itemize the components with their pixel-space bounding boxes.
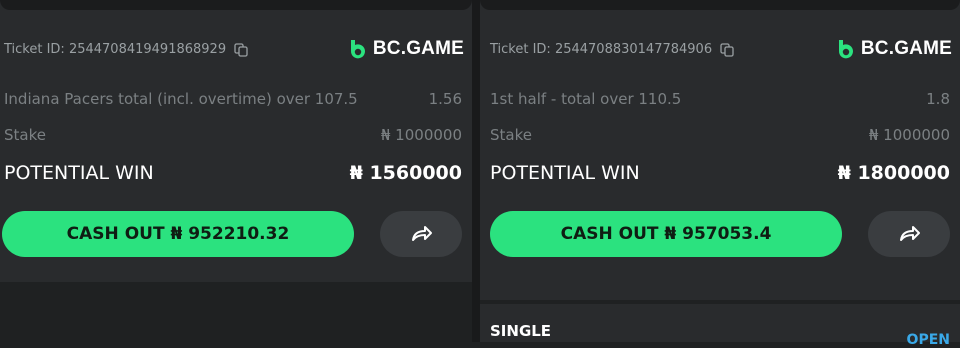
share-arrow-icon (900, 226, 920, 241)
market-row: 1st half - total over 110.5 1.8 (490, 88, 950, 110)
ticket-id: Ticket ID: 2544708419491868929 (4, 41, 227, 57)
potential-win-row: POTENTIAL WIN ₦ 1560000 (4, 160, 462, 186)
cash-out-button[interactable]: CASH OUT ₦ 957053.4 (490, 211, 842, 257)
bc-game-logo-icon (350, 40, 365, 59)
potential-win-value: ₦ 1800000 (837, 162, 950, 184)
ticket-header: Ticket ID: 2544708830147784906 BC.GAME (490, 37, 952, 61)
bet-type-label: SINGLE (490, 322, 552, 340)
potential-win-row: POTENTIAL WIN ₦ 1800000 (490, 160, 950, 186)
market-name: 1st half - total over 110.5 (490, 90, 682, 108)
ticket-card: Ticket ID: 2544708830147784906 BC.GAME 1… (480, 0, 960, 300)
potential-win-label: POTENTIAL WIN (490, 162, 640, 184)
share-arrow-icon (412, 226, 432, 241)
market-odds: 1.56 (428, 90, 462, 108)
brand-logo: BC.GAME (835, 38, 952, 60)
market-odds: 1.8 (926, 90, 950, 108)
ticket-actions: CASH OUT ₦ 952210.32 (2, 210, 462, 258)
ticket-card: Ticket ID: 2544708419491868929 BC.GAME I… (0, 0, 472, 282)
bc-game-logo-icon (838, 40, 853, 59)
previous-card-edge (0, 0, 472, 10)
column-divider (472, 0, 480, 342)
next-bet-card[interactable]: SINGLE OPEN (480, 304, 960, 348)
stake-row: Stake ₦ 1000000 (4, 124, 462, 146)
market-name: Indiana Pacers total (incl. overtime) ov… (4, 90, 358, 108)
brand-name: BC.GAME (372, 38, 464, 59)
copy-icon[interactable] (720, 42, 734, 57)
share-button[interactable] (868, 211, 950, 257)
stake-row: Stake ₦ 1000000 (490, 124, 950, 146)
ticket-header: Ticket ID: 2544708419491868929 BC.GAME (4, 37, 464, 61)
copy-icon[interactable] (234, 42, 248, 57)
stake-label: Stake (490, 126, 532, 144)
status-badge: OPEN (906, 332, 950, 348)
potential-win-value: ₦ 1560000 (349, 162, 462, 184)
ticket-id: Ticket ID: 2544708830147784906 (490, 41, 713, 57)
cash-out-button[interactable]: CASH OUT ₦ 952210.32 (2, 211, 354, 257)
bet-ticket-2: Ticket ID: 2544708830147784906 BC.GAME 1… (480, 0, 960, 348)
stake-value: ₦ 1000000 (868, 126, 950, 144)
market-row: Indiana Pacers total (incl. overtime) ov… (4, 88, 462, 110)
bet-ticket-1: Ticket ID: 2544708419491868929 BC.GAME I… (0, 0, 472, 342)
brand-logo: BC.GAME (347, 38, 464, 60)
stake-label: Stake (4, 126, 46, 144)
ticket-actions: CASH OUT ₦ 957053.4 (490, 210, 950, 258)
previous-card-edge (480, 0, 960, 10)
stake-value: ₦ 1000000 (380, 126, 462, 144)
brand-name: BC.GAME (860, 38, 952, 59)
potential-win-label: POTENTIAL WIN (4, 162, 154, 184)
share-button[interactable] (380, 211, 462, 257)
